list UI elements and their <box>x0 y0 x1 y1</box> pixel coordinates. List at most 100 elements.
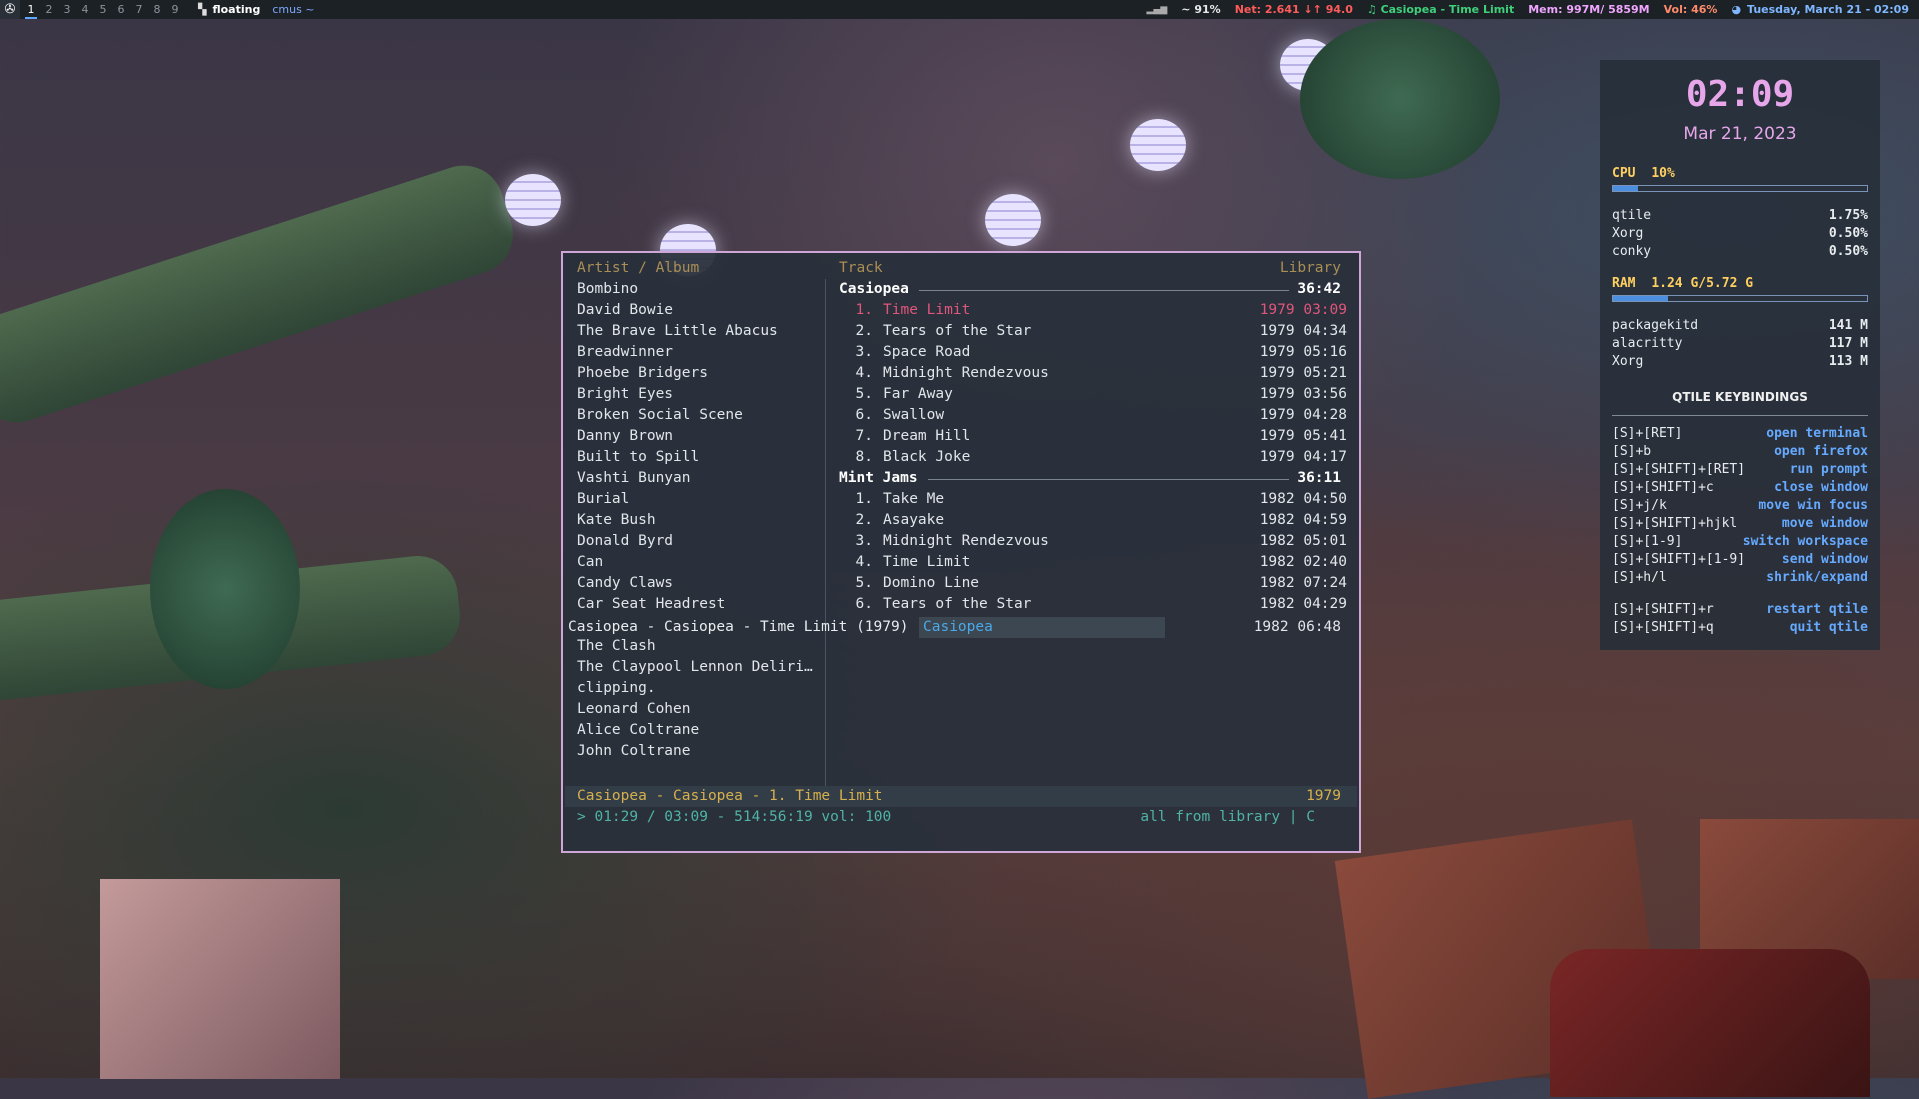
filename-overlay: Casiopea - Casiopea - Time Limit (1979) <box>568 619 909 635</box>
pane-divider <box>825 279 826 786</box>
layout-floating-icon[interactable]: ▚ <box>198 3 206 16</box>
artist-item[interactable]: Donald Byrd <box>577 531 822 552</box>
artist-item[interactable]: Broken Social Scene <box>577 405 822 426</box>
workspace-4[interactable]: 4 <box>76 0 94 19</box>
track-year: 1979 <box>1259 386 1295 402</box>
artist-item[interactable]: Bombino <box>577 279 822 300</box>
ram-value: 1.24 G/5.72 G <box>1651 276 1754 291</box>
overlay-year-length: 1982 06:48 <box>1253 619 1341 635</box>
track-year-length: 1979 05:16 <box>1260 342 1347 363</box>
track-length: 04:28 <box>1303 407 1347 423</box>
album-rule <box>919 290 1289 291</box>
track-year-length: 1982 04:50 <box>1260 489 1347 510</box>
net-status: Net: 2.641 ↓↑ 94.0 <box>1234 3 1353 16</box>
track-row[interactable]: 6. Tears of the Star 1982 04:29 <box>837 594 1347 615</box>
track-row[interactable]: 7. Dream Hill 1979 05:41 <box>837 426 1347 447</box>
workspace-2[interactable]: 2 <box>40 0 58 19</box>
artist-item[interactable]: The Claypool Lennon Deliri… <box>577 657 822 678</box>
track-title: Space Road <box>883 344 971 360</box>
track-row[interactable]: 8. Black Joke 1979 04:17 <box>837 447 1347 468</box>
artist-item[interactable]: Kate Bush <box>577 510 822 531</box>
artist-item[interactable]: Built to Spill <box>577 447 822 468</box>
album-duration: 36:42 <box>1297 281 1341 297</box>
datetime-status: Tuesday, March 21 - 02:09 <box>1747 3 1909 16</box>
workspace-list: 1 2 3 4 5 6 7 8 9 <box>22 0 184 19</box>
process-value: 113 M <box>1828 354 1868 369</box>
layout-name: floating <box>212 3 261 16</box>
track-title: Time Limit <box>883 554 971 570</box>
artist-item[interactable]: Bright Eyes <box>577 384 822 405</box>
album-rule <box>928 479 1289 480</box>
workspace-7[interactable]: 7 <box>130 0 148 19</box>
keybinding-key: [S]+[SHIFT]+hjkl <box>1612 516 1738 531</box>
selected-artist[interactable]: Casiopea <box>923 617 993 638</box>
album-heading[interactable]: Mint Jams <box>839 468 918 489</box>
artist-item[interactable]: Car Seat Headrest <box>577 594 822 615</box>
track-title: Swallow <box>883 407 945 423</box>
ram-bar <box>1612 295 1868 302</box>
keybinding-key: [S]+[SHIFT]+[1-9] <box>1612 552 1746 567</box>
play-mode: all from library | C <box>1140 809 1315 825</box>
track-row[interactable]: 3. Space Road 1979 05:16 <box>837 342 1347 363</box>
track-year-length: 1979 03:56 <box>1260 384 1347 405</box>
keybinding-key: [S]+[SHIFT]+[RET] <box>1612 462 1746 477</box>
artist-item[interactable]: Can <box>577 552 822 573</box>
artist-item[interactable]: Breadwinner <box>577 342 822 363</box>
track-number: 2. <box>855 323 873 339</box>
artist-item[interactable]: John Coltrane <box>577 741 822 762</box>
track-year-length: 1979 05:21 <box>1260 363 1347 384</box>
track-length: 05:41 <box>1303 428 1347 444</box>
artist-item[interactable]: Candy Claws <box>577 573 822 594</box>
track-row[interactable]: 4. Time Limit 1982 02:40 <box>837 552 1347 573</box>
qtile-logo-icon[interactable]: ✇ <box>0 0 20 19</box>
ram-label: RAM <box>1612 276 1636 291</box>
artist-item[interactable]: clipping. <box>577 678 822 699</box>
track-number: 1. <box>855 491 873 507</box>
workspace-5[interactable]: 5 <box>94 0 112 19</box>
workspace-8[interactable]: 8 <box>148 0 166 19</box>
artist-item[interactable]: David Bowie <box>577 300 822 321</box>
track-title: Tears of the Star <box>883 323 1032 339</box>
track-title: Time Limit <box>883 302 971 318</box>
track-row[interactable]: 2. Tears of the Star 1979 04:34 <box>837 321 1347 342</box>
track-year-length: 1979 05:41 <box>1260 426 1347 447</box>
window-title: cmus ~ <box>272 3 315 16</box>
track-header: Track <box>839 260 883 276</box>
track-year-length: 1979 04:28 <box>1260 405 1347 426</box>
track-row[interactable]: 2. Asayake 1982 04:59 <box>837 510 1347 531</box>
track-length: 02:40 <box>1303 554 1347 570</box>
artist-item[interactable]: The Brave Little Abacus <box>577 321 822 342</box>
cpu-label-row: CPU 10% <box>1612 166 1675 181</box>
track-number: 4. <box>855 554 873 570</box>
track-row[interactable]: 1. Time Limit 1979 03:09 <box>837 300 1347 321</box>
workspace-3[interactable]: 3 <box>58 0 76 19</box>
artist-item[interactable]: Alice Coltrane <box>577 720 822 741</box>
track-row[interactable]: 1. Take Me 1982 04:50 <box>837 489 1347 510</box>
workspace-1[interactable]: 1 <box>22 0 40 19</box>
track-row[interactable]: 5. Far Away 1979 03:56 <box>837 384 1347 405</box>
track-row[interactable]: 5. Domino Line 1982 07:24 <box>837 573 1347 594</box>
track-year-length: 1982 04:29 <box>1260 594 1347 615</box>
track-row[interactable]: 6. Swallow 1979 04:28 <box>837 405 1347 426</box>
track-row[interactable]: 4. Midnight Rendezvous 1979 05:21 <box>837 363 1347 384</box>
volume-status: Vol: 46% <box>1663 3 1718 16</box>
artist-item[interactable]: The Clash <box>577 636 822 657</box>
keybinding-action: quit qtile <box>1789 620 1868 635</box>
album-heading[interactable]: Casiopea <box>839 279 909 300</box>
workspace-6[interactable]: 6 <box>112 0 130 19</box>
battery-status: ~ 91% <box>1181 3 1221 16</box>
artist-item[interactable]: Danny Brown <box>577 426 822 447</box>
process-value: 0.50% <box>1828 244 1868 259</box>
track-row[interactable]: 3. Midnight Rendezvous 1982 05:01 <box>837 531 1347 552</box>
process-value: 141 M <box>1828 318 1868 333</box>
artist-item[interactable]: Phoebe Bridgers <box>577 363 822 384</box>
track-title: Dream Hill <box>883 428 971 444</box>
artist-item[interactable]: Burial <box>577 489 822 510</box>
workspace-9[interactable]: 9 <box>166 0 184 19</box>
artist-item[interactable]: Vashti Bunyan <box>577 468 822 489</box>
track-year-length: 1982 04:59 <box>1260 510 1347 531</box>
cmus-window[interactable]: Artist / Album Track Library Bombino Davi… <box>561 251 1361 853</box>
artist-item[interactable]: Leonard Cohen <box>577 699 822 720</box>
track-year: 1979 <box>1259 407 1295 423</box>
memory-status: Mem: 997M/ 5859M <box>1528 3 1650 16</box>
